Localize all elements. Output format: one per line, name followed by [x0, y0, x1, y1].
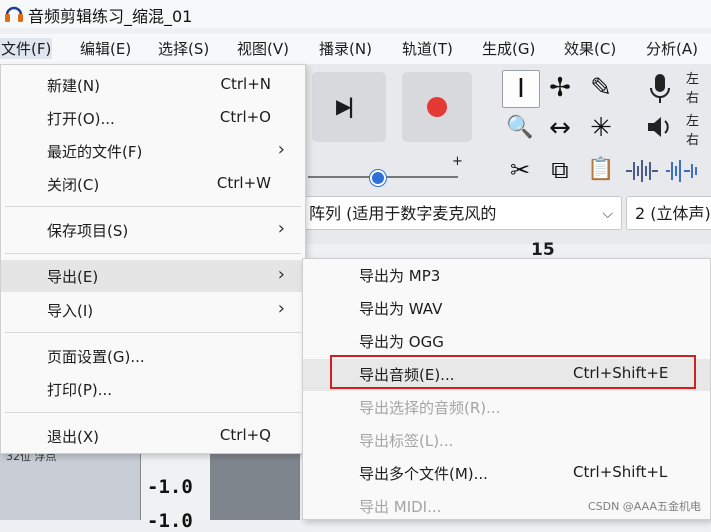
menu-effect[interactable]: 效果(C) [563, 38, 617, 59]
submenu-item-label: 导出标签(L)... [359, 432, 454, 450]
chevron-right-icon: › [277, 139, 285, 160]
menu-item-label: 页面设置(G)... [47, 348, 145, 366]
menu-item-save-project[interactable]: 保存项目(S) › [1, 214, 305, 246]
menu-item-label: 导入(I) [47, 302, 94, 320]
chevron-right-icon: › [277, 264, 285, 285]
menu-bar: 文件(F) 编辑(E) 选择(S) 视图(V) 播录(N) 轨道(T) 生成(G… [0, 34, 711, 64]
submenu-item-export-ogg[interactable]: 导出为 OGG [303, 326, 710, 358]
menu-select[interactable]: 选择(S) [157, 38, 210, 59]
menu-item-label: 新建(N) [47, 77, 100, 95]
menu-view[interactable]: 视图(V) [236, 38, 290, 59]
submenu-item-label: 导出选择的音频(R)... [359, 399, 501, 417]
skip-to-end-button[interactable]: ▶| [312, 72, 386, 142]
menu-item-label: 关闭(C) [47, 176, 100, 194]
menu-item-shortcut: Ctrl+O [219, 108, 271, 126]
menu-separator [5, 412, 301, 413]
menu-item-export[interactable]: 导出(E) › [1, 260, 305, 292]
menu-item-label: 导出(E) [47, 268, 99, 286]
multi-tool-icon[interactable]: ✳ [583, 110, 619, 146]
chevron-right-icon: › [277, 298, 285, 319]
timeshift-tool-icon[interactable]: ↔ [542, 110, 578, 146]
menu-item-recent-files[interactable]: 最近的文件(F) › [1, 135, 305, 167]
channels-select[interactable]: 2 (立体声) [626, 196, 711, 230]
menu-item-page-setup[interactable]: 页面设置(G)... [1, 340, 305, 372]
menu-item-label: 保存项目(S) [47, 222, 129, 240]
scale-label-2: -1.0 [147, 510, 193, 532]
menu-item-shortcut: Ctrl+W [216, 174, 271, 192]
export-submenu: 导出为 MP3 导出为 WAV 导出为 OGG 导出音频(E)... Ctrl+… [302, 258, 711, 520]
menu-item-shortcut: Ctrl+N [220, 75, 271, 93]
submenu-item-label: 导出 MIDI... [359, 498, 442, 516]
selection-tool-icon[interactable]: I [502, 70, 540, 108]
menu-file[interactable]: 文件(F) [0, 38, 53, 59]
microphone-icon[interactable] [645, 72, 675, 106]
input-device-value: 阵列 (适用于数字麦克风的 [309, 204, 497, 223]
waveform-area[interactable] [210, 452, 300, 520]
draw-tool-icon[interactable]: ✎ [583, 70, 619, 106]
skip-end-icon: ▶| [336, 94, 355, 118]
submenu-item-export-mp3[interactable]: 导出为 MP3 [303, 260, 710, 292]
menu-separator [5, 332, 301, 333]
submenu-item-label: 导出为 OGG [359, 333, 444, 351]
record-button[interactable] [402, 72, 472, 142]
silence-audio-icon[interactable] [664, 158, 700, 184]
menu-item-close[interactable]: 关闭(C) Ctrl+W [1, 168, 305, 200]
copy-icon[interactable]: ⧉ [542, 152, 578, 188]
menu-item-label: 打印(P)... [47, 381, 113, 399]
meter-right-label-2: 右 [686, 133, 700, 148]
menu-item-label: 打开(O)... [47, 110, 115, 128]
cut-icon[interactable]: ✂ [502, 152, 538, 188]
speaker-icon[interactable] [645, 112, 675, 142]
envelope-tool-icon[interactable]: ✢ [542, 70, 578, 106]
chevron-right-icon: › [277, 218, 285, 239]
menu-item-new[interactable]: 新建(N) Ctrl+N [1, 69, 305, 101]
file-menu-dropdown: 新建(N) Ctrl+N 打开(O)... Ctrl+O 最近的文件(F) › … [0, 64, 306, 454]
input-device-select[interactable]: 阵列 (适用于数字麦克风的 ⌵ [300, 196, 622, 230]
meter-right-label: 右 [686, 91, 700, 106]
menu-item-print[interactable]: 打印(P)... [1, 373, 305, 405]
highlight-annotation-box [330, 355, 696, 389]
menu-item-open[interactable]: 打开(O)... Ctrl+O [1, 102, 305, 134]
submenu-item-label: 导出为 MP3 [359, 267, 441, 285]
menu-item-exit[interactable]: 退出(X) Ctrl+Q [1, 420, 305, 452]
submenu-item-label: 导出为 WAV [359, 300, 443, 318]
record-icon [427, 97, 447, 117]
window-title: 音频剪辑练习_缩混_01 [28, 7, 193, 26]
submenu-item-export-selected: 导出选择的音频(R)... [303, 392, 710, 424]
submenu-item-shortcut: Ctrl+Shift+L [573, 463, 668, 481]
scale-label: -1.0 [147, 476, 193, 498]
trim-audio-icon[interactable] [624, 158, 660, 184]
meter-left-label-2: 左 [686, 114, 700, 129]
volume-slider[interactable]: + [308, 154, 468, 190]
menu-analyze[interactable]: 分析(A) [645, 38, 699, 59]
menu-item-label: 最近的文件(F) [47, 143, 143, 161]
submenu-item-export-labels: 导出标签(L)... [303, 425, 710, 457]
paste-icon[interactable]: 📋 [583, 152, 619, 188]
submenu-item-export-multiple[interactable]: 导出多个文件(M)... Ctrl+Shift+L [303, 458, 710, 490]
menu-item-shortcut: Ctrl+Q [219, 426, 271, 444]
menu-item-import[interactable]: 导入(I) › [1, 294, 305, 326]
slider-plus: + [452, 154, 463, 169]
meter-left-label: 左 [686, 72, 700, 87]
timeline-ruler-number: 15 [531, 240, 555, 260]
menu-separator [5, 253, 301, 254]
menu-tracks[interactable]: 轨道(T) [401, 38, 454, 59]
audacity-app-icon [5, 6, 23, 22]
track-vertical-scale: -1.0 -1.0 [140, 452, 211, 532]
menu-edit[interactable]: 编辑(E) [79, 38, 132, 59]
watermark: CSDN @AAA五金机电 [587, 500, 701, 513]
menu-record[interactable]: 播录(N) [318, 38, 373, 59]
submenu-item-label: 导出多个文件(M)... [359, 465, 488, 483]
submenu-item-export-wav[interactable]: 导出为 WAV [303, 293, 710, 325]
title-bar: 音频剪辑练习_缩混_01 [0, 0, 711, 28]
menu-generate[interactable]: 生成(G) [481, 38, 536, 59]
channels-value: 2 (立体声) [635, 204, 711, 223]
slider-thumb[interactable] [370, 170, 386, 186]
menu-item-label: 退出(X) [47, 428, 99, 446]
zoom-tool-icon[interactable]: 🔍 [502, 110, 538, 146]
chevron-down-icon: ⌵ [602, 206, 613, 222]
menu-separator [5, 206, 301, 207]
